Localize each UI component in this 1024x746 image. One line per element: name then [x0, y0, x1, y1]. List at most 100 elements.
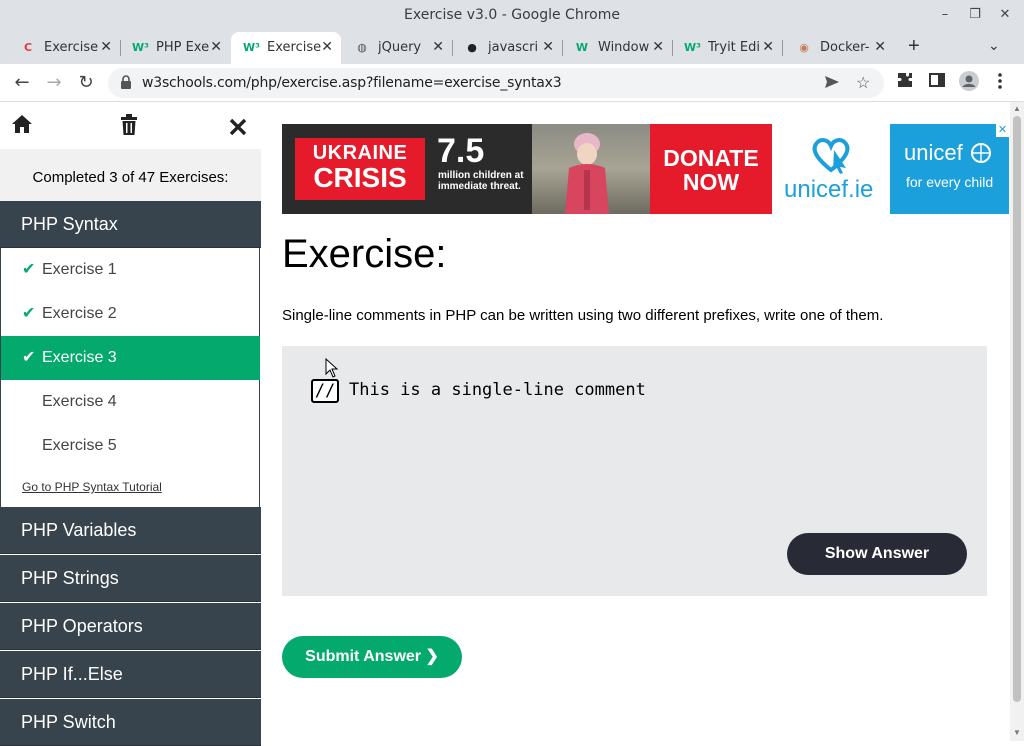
- ad-close-icon[interactable]: ✕: [996, 124, 1009, 137]
- url-text[interactable]: w3schools.com/php/exercise.asp?filename=…: [142, 75, 562, 91]
- ad-tagline: for every child: [906, 174, 994, 190]
- tab-favicon-icon: ◍: [357, 41, 367, 54]
- tab-close-icon[interactable]: ✕: [100, 39, 112, 55]
- window-titlebar: Exercise v3.0 - Google Chrome – ❐ ✕: [0, 0, 1024, 30]
- tab-search-icon[interactable]: ⌄: [988, 37, 1000, 54]
- ad-unicef-text: unicef: [904, 140, 963, 165]
- show-answer-button[interactable]: Show Answer: [787, 533, 967, 575]
- exercise-item-2[interactable]: ✔ Exercise 2: [1, 292, 260, 336]
- heart-cursor-icon: [812, 138, 850, 174]
- menu-kebab-icon[interactable]: [997, 72, 1003, 95]
- exercise-item-5[interactable]: Exercise 5: [1, 424, 260, 468]
- tab-favicon-icon: W³: [684, 41, 701, 54]
- checkmark-icon: ✔: [22, 349, 36, 366]
- exercise-list: ✔ Exercise 1 ✔ Exercise 2 ✔ Exercise 3 E…: [0, 248, 260, 508]
- tab-label: Window: [598, 40, 650, 55]
- tab-window[interactable]: W Window ✕: [562, 32, 672, 64]
- lock-icon[interactable]: [120, 75, 132, 92]
- category-php-if-else[interactable]: PHP If...Else: [0, 651, 261, 698]
- tab-docker[interactable]: ◉ Docker- ✕: [784, 32, 894, 64]
- tutorial-link[interactable]: Go to PHP Syntax Tutorial: [22, 480, 162, 494]
- exercise-item-4[interactable]: Exercise 4: [1, 380, 260, 424]
- tab-favicon-icon: W³: [132, 41, 149, 54]
- extensions-icon[interactable]: [897, 72, 913, 93]
- tab-label: Exercise: [267, 40, 321, 55]
- tab-label: jQuery: [378, 40, 422, 55]
- ad-unicef-ie[interactable]: unicef.ie: [772, 124, 890, 214]
- new-tab-button[interactable]: +: [908, 35, 920, 58]
- checkmark-icon: ✔: [22, 305, 36, 322]
- home-icon[interactable]: [11, 114, 33, 140]
- ad-ukraine-crisis-logo: UKRAINE CRISIS: [295, 138, 425, 200]
- profile-avatar-icon[interactable]: [959, 71, 979, 96]
- ad-child-image: [565, 133, 609, 214]
- mouse-cursor-icon: [325, 358, 339, 378]
- close-sidebar-icon[interactable]: [229, 116, 247, 142]
- answer-input[interactable]: //: [311, 379, 339, 403]
- exercise-item-label: Exercise 3: [42, 349, 117, 366]
- exercise-item-label: Exercise 5: [42, 437, 117, 454]
- send-icon[interactable]: [824, 75, 840, 94]
- ad-donate-now[interactable]: DONATE NOW: [650, 124, 772, 214]
- address-bar[interactable]: w3schools.com/php/exercise.asp?filename=…: [108, 68, 884, 98]
- scroll-down-icon[interactable]: ▼: [1013, 728, 1021, 737]
- back-button[interactable]: ←: [10, 72, 34, 94]
- exercise-item-label: Exercise 2: [42, 305, 117, 322]
- category-php-variables[interactable]: PHP Variables: [0, 507, 261, 554]
- side-panel-icon[interactable]: [929, 72, 945, 93]
- forward-button[interactable]: →: [42, 72, 66, 94]
- tab-favicon-icon: C: [23, 41, 33, 54]
- exercise-item-1[interactable]: ✔ Exercise 1: [1, 248, 260, 292]
- category-php-syntax[interactable]: PHP Syntax: [0, 201, 261, 248]
- submit-answer-button[interactable]: Submit Answer ❯: [282, 636, 462, 678]
- exercise-item-label: Exercise 4: [42, 393, 117, 410]
- tab-favicon-icon: W: [575, 41, 589, 54]
- ad-description: million children at immediate threat.: [438, 170, 524, 192]
- restore-button[interactable]: ❐: [965, 6, 985, 24]
- code-text: This is a single-line comment: [349, 380, 646, 400]
- tab-close-icon[interactable]: ✕: [210, 39, 222, 55]
- tab-exercise-1[interactable]: C Exercise ✕: [8, 32, 120, 64]
- minimize-button[interactable]: –: [935, 6, 955, 24]
- tab-close-icon[interactable]: ✕: [762, 39, 774, 55]
- tab-close-icon[interactable]: ✕: [542, 39, 554, 55]
- bookmark-star-icon[interactable]: ☆: [856, 73, 870, 93]
- tab-label: Tryit Edi: [708, 40, 760, 55]
- tab-jquery[interactable]: ◍ jQuery ✕: [342, 32, 452, 64]
- category-php-strings[interactable]: PHP Strings: [0, 555, 261, 602]
- checkmark-icon: ✔: [22, 261, 36, 278]
- ad-number: 7.5: [437, 132, 485, 170]
- close-window-button[interactable]: ✕: [995, 6, 1015, 24]
- tab-tryit-editor[interactable]: W³ Tryit Edi ✕: [672, 32, 782, 64]
- window-title: Exercise v3.0 - Google Chrome: [404, 7, 620, 23]
- reload-button[interactable]: ↻: [74, 72, 98, 94]
- exercise-sidebar: Completed 3 of 47 Exercises: PHP Syntax …: [0, 102, 261, 746]
- tab-close-icon[interactable]: ✕: [321, 39, 333, 55]
- scroll-thumb[interactable]: [1013, 116, 1021, 702]
- ad-crisis-text: CRISIS: [313, 162, 407, 193]
- progress-text: Completed 3 of 47 Exercises:: [0, 149, 261, 203]
- tab-label: PHP Exe: [156, 40, 210, 55]
- tab-close-icon[interactable]: ✕: [652, 39, 664, 55]
- tab-javascript[interactable]: ● javascri ✕: [452, 32, 562, 64]
- ad-banner[interactable]: UKRAINE CRISIS 7.5 million children at i…: [282, 124, 1009, 214]
- sidebar-toolbar: [0, 102, 261, 149]
- tab-close-icon[interactable]: ✕: [432, 39, 444, 55]
- tab-label: Docker-: [820, 40, 870, 55]
- ad-unicef-logo[interactable]: unicef for every child: [890, 124, 1009, 214]
- globe-icon: [971, 143, 991, 163]
- exercise-item-3[interactable]: ✔ Exercise 3: [1, 336, 260, 380]
- category-php-operators[interactable]: PHP Operators: [0, 603, 261, 650]
- page-scrollbar[interactable]: ▲ ▼: [1010, 102, 1024, 741]
- category-php-switch[interactable]: PHP Switch: [0, 699, 261, 746]
- scroll-up-icon[interactable]: ▲: [1013, 104, 1021, 113]
- tab-label: Exercise: [44, 40, 98, 55]
- trash-icon[interactable]: [120, 114, 138, 142]
- tab-close-icon[interactable]: ✕: [874, 39, 886, 55]
- tab-php-exe[interactable]: W³ PHP Exe ✕: [120, 32, 230, 64]
- tab-label: javascri: [488, 40, 539, 55]
- tab-exercise-active[interactable]: W³ Exercise ✕: [231, 32, 341, 64]
- tab-favicon-icon: ◉: [799, 41, 809, 54]
- browser-toolbar: ← → ↻ w3schools.com/php/exercise.asp?fil…: [0, 64, 1024, 102]
- tab-favicon-icon: W³: [243, 41, 260, 54]
